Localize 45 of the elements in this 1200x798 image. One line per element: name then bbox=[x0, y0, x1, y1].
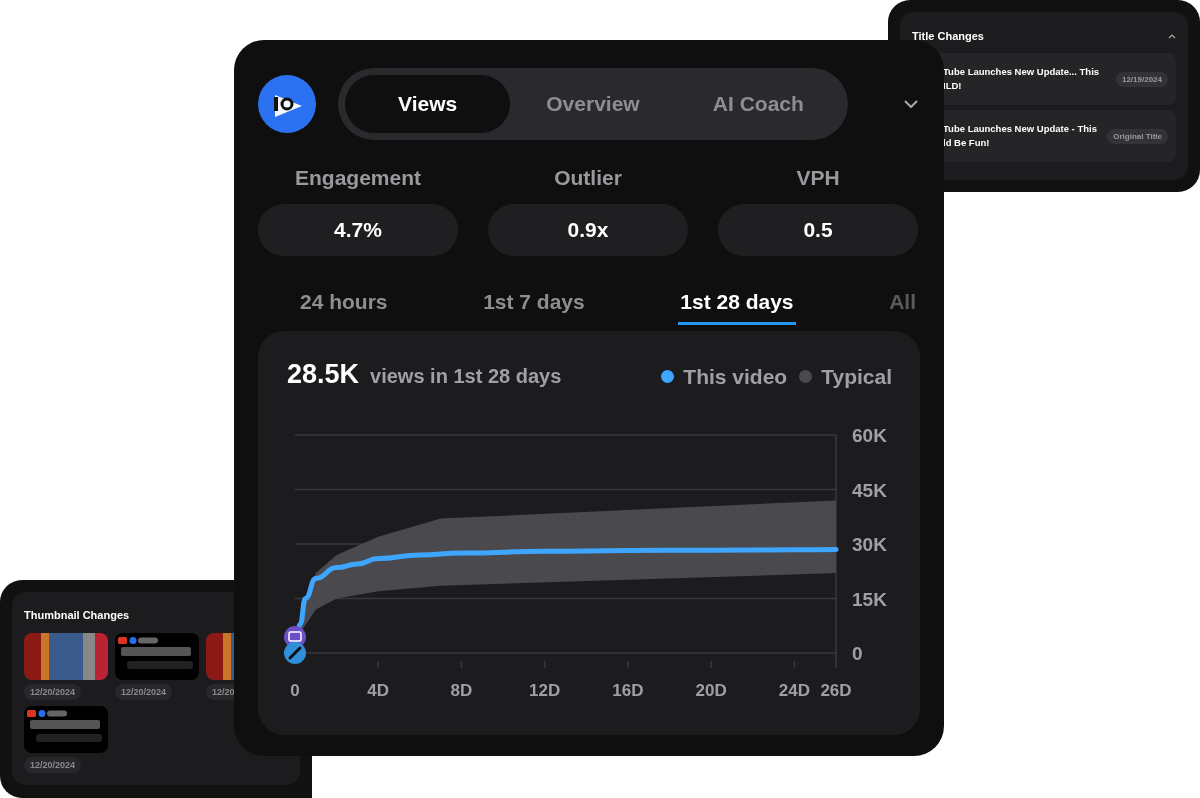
metric-value: 0.9x bbox=[488, 204, 688, 256]
date-badge: 12/19/2024 bbox=[1115, 71, 1168, 87]
pen-marker-icon[interactable] bbox=[284, 642, 306, 664]
metric-label: VPH bbox=[796, 166, 840, 190]
y-axis-label: 15K bbox=[852, 588, 887, 610]
video-title-text: Tube Launches New Update... This bbox=[943, 65, 1100, 79]
metric-value: 0.5 bbox=[718, 204, 918, 256]
thumbnail-placeholder[interactable] bbox=[24, 633, 108, 680]
x-axis-label: 16D bbox=[612, 681, 644, 700]
view-tab[interactable]: Overview bbox=[510, 75, 676, 133]
legend-label: Typical bbox=[821, 364, 892, 389]
view-tab[interactable]: Views bbox=[345, 75, 511, 133]
y-axis-label: 30K bbox=[852, 534, 887, 555]
video-title-text: ld Be Fun! bbox=[943, 136, 991, 150]
x-axis-label: 12D bbox=[529, 681, 561, 700]
views-caption: views in 1st 28 days bbox=[370, 365, 562, 388]
x-axis-label: 4D bbox=[367, 681, 390, 700]
time-range-tab[interactable]: 24 hours bbox=[298, 286, 390, 325]
x-axis-label: 26D bbox=[820, 681, 852, 700]
y-axis-label: 0 bbox=[852, 643, 863, 664]
logo-icon bbox=[258, 75, 316, 133]
y-axis-label: 45K bbox=[852, 479, 887, 501]
x-axis-label: 24D bbox=[778, 681, 810, 700]
time-range-tab[interactable]: 1st 7 days bbox=[481, 286, 587, 325]
legend-label: This video bbox=[683, 364, 788, 389]
date-badge: 12/20/2024 bbox=[115, 684, 173, 700]
x-axis-label: 8D bbox=[450, 681, 473, 700]
chevron-down-icon[interactable] bbox=[904, 100, 918, 108]
metric-value: 4.7% bbox=[258, 204, 458, 256]
metric-label: Outlier bbox=[554, 166, 622, 190]
metric-label: Engagement bbox=[295, 166, 421, 190]
views-total: 28.5K bbox=[287, 359, 360, 390]
x-axis-label: 0 bbox=[290, 681, 300, 700]
view-tab[interactable]: AI Coach bbox=[675, 75, 841, 133]
video-title-text: ILD! bbox=[943, 79, 963, 93]
panel-title: Title Changes bbox=[912, 30, 984, 42]
chevron-up-icon[interactable] bbox=[1168, 33, 1176, 39]
panel-title: Thumbnail Changes bbox=[24, 609, 131, 621]
date-badge: Original Title bbox=[1107, 128, 1168, 144]
y-axis-label: 60K bbox=[852, 425, 887, 446]
video-title-text: Tube Launches New Update - This bbox=[943, 122, 1097, 136]
date-badge: 12/20/2024 bbox=[24, 757, 82, 773]
date-badge: 12/20/2024 bbox=[24, 684, 82, 700]
time-range-tab[interactable]: 1st 28 days bbox=[678, 286, 796, 325]
x-axis-label: 20D bbox=[695, 681, 727, 700]
